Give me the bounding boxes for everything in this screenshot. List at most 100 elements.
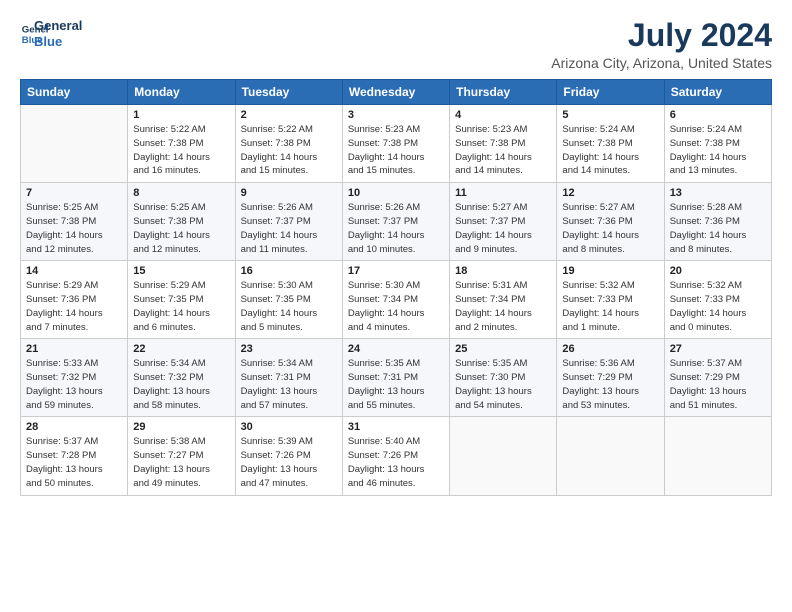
day-cell: 22 Sunrise: 5:34 AM Sunset: 7:32 PM Dayli… <box>128 339 235 417</box>
day-number: 15 <box>133 265 229 277</box>
day-info: Sunrise: 5:27 AM Sunset: 7:37 PM Dayligh… <box>455 201 551 256</box>
week-row-3: 14 Sunrise: 5:29 AM Sunset: 7:36 PM Dayli… <box>21 261 772 339</box>
day-cell: 9 Sunrise: 5:26 AM Sunset: 7:37 PM Daylig… <box>235 183 342 261</box>
day-info: Sunrise: 5:29 AM Sunset: 7:35 PM Dayligh… <box>133 279 229 334</box>
day-cell: 5 Sunrise: 5:24 AM Sunset: 7:38 PM Daylig… <box>557 105 664 183</box>
header: General Blue General Blue July 2024 Ariz… <box>20 18 772 71</box>
day-cell: 26 Sunrise: 5:36 AM Sunset: 7:29 PM Dayli… <box>557 339 664 417</box>
day-info: Sunrise: 5:25 AM Sunset: 7:38 PM Dayligh… <box>26 201 122 256</box>
day-number: 9 <box>241 187 337 199</box>
day-info: Sunrise: 5:34 AM Sunset: 7:32 PM Dayligh… <box>133 357 229 412</box>
day-number: 3 <box>348 109 444 121</box>
logo: General Blue General Blue <box>20 18 82 49</box>
day-number: 25 <box>455 343 551 355</box>
day-cell: 3 Sunrise: 5:23 AM Sunset: 7:38 PM Daylig… <box>342 105 449 183</box>
day-cell: 31Sunrise: 5:40 AM Sunset: 7:26 PM Dayli… <box>342 417 449 495</box>
day-cell: 15 Sunrise: 5:29 AM Sunset: 7:35 PM Dayli… <box>128 261 235 339</box>
day-cell: 18 Sunrise: 5:31 AM Sunset: 7:34 PM Dayli… <box>450 261 557 339</box>
day-number: 16 <box>241 265 337 277</box>
col-friday: Friday <box>557 80 664 105</box>
logo-blue: Blue <box>34 34 82 50</box>
day-cell: 28Sunrise: 5:37 AM Sunset: 7:28 PM Dayli… <box>21 417 128 495</box>
day-cell: 19Sunrise: 5:32 AM Sunset: 7:33 PM Dayli… <box>557 261 664 339</box>
day-info: Sunrise: 5:39 AM Sunset: 7:26 PM Dayligh… <box>241 435 337 490</box>
day-cell: 14 Sunrise: 5:29 AM Sunset: 7:36 PM Dayli… <box>21 261 128 339</box>
day-info: Sunrise: 5:28 AM Sunset: 7:36 PM Dayligh… <box>670 201 766 256</box>
day-cell <box>664 417 771 495</box>
header-row: Sunday Monday Tuesday Wednesday Thursday… <box>21 80 772 105</box>
subtitle: Arizona City, Arizona, United States <box>551 55 772 71</box>
day-cell: 8Sunrise: 5:25 AM Sunset: 7:38 PM Daylig… <box>128 183 235 261</box>
day-number: 29 <box>133 421 229 433</box>
day-info: Sunrise: 5:33 AM Sunset: 7:32 PM Dayligh… <box>26 357 122 412</box>
week-row-1: 1 Sunrise: 5:22 AM Sunset: 7:38 PM Daylig… <box>21 105 772 183</box>
day-cell: 13Sunrise: 5:28 AM Sunset: 7:36 PM Dayli… <box>664 183 771 261</box>
day-info: Sunrise: 5:23 AM Sunset: 7:38 PM Dayligh… <box>455 123 551 178</box>
day-cell: 27 Sunrise: 5:37 AM Sunset: 7:29 PM Dayli… <box>664 339 771 417</box>
day-number: 2 <box>241 109 337 121</box>
day-cell: 1 Sunrise: 5:22 AM Sunset: 7:38 PM Daylig… <box>128 105 235 183</box>
week-row-2: 7 Sunrise: 5:25 AM Sunset: 7:38 PM Daylig… <box>21 183 772 261</box>
day-info: Sunrise: 5:38 AM Sunset: 7:27 PM Dayligh… <box>133 435 229 490</box>
day-info: Sunrise: 5:30 AM Sunset: 7:34 PM Dayligh… <box>348 279 444 334</box>
day-info: Sunrise: 5:31 AM Sunset: 7:34 PM Dayligh… <box>455 279 551 334</box>
day-number: 22 <box>133 343 229 355</box>
day-cell: 7 Sunrise: 5:25 AM Sunset: 7:38 PM Daylig… <box>21 183 128 261</box>
day-info: Sunrise: 5:23 AM Sunset: 7:38 PM Dayligh… <box>348 123 444 178</box>
day-number: 23 <box>241 343 337 355</box>
day-number: 28 <box>26 421 122 433</box>
day-number: 31 <box>348 421 444 433</box>
day-info: Sunrise: 5:35 AM Sunset: 7:30 PM Dayligh… <box>455 357 551 412</box>
calendar-table: Sunday Monday Tuesday Wednesday Thursday… <box>20 79 772 495</box>
col-tuesday: Tuesday <box>235 80 342 105</box>
day-info: Sunrise: 5:24 AM Sunset: 7:38 PM Dayligh… <box>670 123 766 178</box>
day-number: 5 <box>562 109 658 121</box>
day-cell: 30 Sunrise: 5:39 AM Sunset: 7:26 PM Dayli… <box>235 417 342 495</box>
day-cell: 4Sunrise: 5:23 AM Sunset: 7:38 PM Daylig… <box>450 105 557 183</box>
day-info: Sunrise: 5:36 AM Sunset: 7:29 PM Dayligh… <box>562 357 658 412</box>
day-number: 21 <box>26 343 122 355</box>
day-number: 7 <box>26 187 122 199</box>
day-number: 30 <box>241 421 337 433</box>
day-info: Sunrise: 5:27 AM Sunset: 7:36 PM Dayligh… <box>562 201 658 256</box>
day-info: Sunrise: 5:37 AM Sunset: 7:29 PM Dayligh… <box>670 357 766 412</box>
day-info: Sunrise: 5:29 AM Sunset: 7:36 PM Dayligh… <box>26 279 122 334</box>
week-row-5: 28Sunrise: 5:37 AM Sunset: 7:28 PM Dayli… <box>21 417 772 495</box>
main-title: July 2024 <box>551 18 772 53</box>
day-cell <box>450 417 557 495</box>
day-cell: 10Sunrise: 5:26 AM Sunset: 7:37 PM Dayli… <box>342 183 449 261</box>
day-info: Sunrise: 5:26 AM Sunset: 7:37 PM Dayligh… <box>241 201 337 256</box>
day-cell <box>557 417 664 495</box>
day-number: 12 <box>562 187 658 199</box>
day-info: Sunrise: 5:32 AM Sunset: 7:33 PM Dayligh… <box>562 279 658 334</box>
day-number: 1 <box>133 109 229 121</box>
day-cell: 29 Sunrise: 5:38 AM Sunset: 7:27 PM Dayli… <box>128 417 235 495</box>
day-number: 26 <box>562 343 658 355</box>
day-number: 11 <box>455 187 551 199</box>
day-number: 27 <box>670 343 766 355</box>
col-monday: Monday <box>128 80 235 105</box>
day-info: Sunrise: 5:30 AM Sunset: 7:35 PM Dayligh… <box>241 279 337 334</box>
day-info: Sunrise: 5:34 AM Sunset: 7:31 PM Dayligh… <box>241 357 337 412</box>
day-number: 6 <box>670 109 766 121</box>
day-info: Sunrise: 5:26 AM Sunset: 7:37 PM Dayligh… <box>348 201 444 256</box>
col-sunday: Sunday <box>21 80 128 105</box>
day-cell: 2 Sunrise: 5:22 AM Sunset: 7:38 PM Daylig… <box>235 105 342 183</box>
day-number: 20 <box>670 265 766 277</box>
day-cell: 23 Sunrise: 5:34 AM Sunset: 7:31 PM Dayli… <box>235 339 342 417</box>
col-thursday: Thursday <box>450 80 557 105</box>
day-info: Sunrise: 5:24 AM Sunset: 7:38 PM Dayligh… <box>562 123 658 178</box>
day-info: Sunrise: 5:22 AM Sunset: 7:38 PM Dayligh… <box>241 123 337 178</box>
day-number: 17 <box>348 265 444 277</box>
day-info: Sunrise: 5:35 AM Sunset: 7:31 PM Dayligh… <box>348 357 444 412</box>
day-number: 14 <box>26 265 122 277</box>
day-cell <box>21 105 128 183</box>
day-number: 18 <box>455 265 551 277</box>
col-saturday: Saturday <box>664 80 771 105</box>
day-cell: 12 Sunrise: 5:27 AM Sunset: 7:36 PM Dayli… <box>557 183 664 261</box>
day-number: 8 <box>133 187 229 199</box>
day-number: 24 <box>348 343 444 355</box>
calendar-page: General Blue General Blue July 2024 Ariz… <box>0 0 792 612</box>
title-block: July 2024 Arizona City, Arizona, United … <box>551 18 772 71</box>
day-info: Sunrise: 5:22 AM Sunset: 7:38 PM Dayligh… <box>133 123 229 178</box>
